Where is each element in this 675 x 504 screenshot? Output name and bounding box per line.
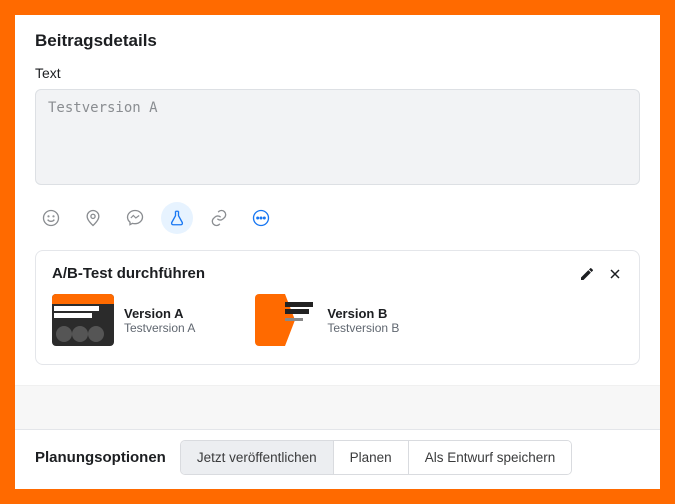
flask-icon[interactable] bbox=[161, 202, 193, 234]
thumbnail-b bbox=[255, 294, 317, 346]
scheduling-footer: Planungsoptionen Jetzt veröffentlichen P… bbox=[15, 429, 660, 489]
thumbnail-a bbox=[52, 294, 114, 346]
version-title: Version A bbox=[124, 306, 195, 321]
schedule-button[interactable]: Planen bbox=[334, 441, 409, 474]
link-icon[interactable] bbox=[203, 202, 235, 234]
post-details-panel: Beitragsdetails Text bbox=[15, 15, 660, 489]
text-field-label: Text bbox=[35, 65, 640, 81]
scheduling-segment: Jetzt veröffentlichen Planen Als Entwurf… bbox=[180, 440, 572, 475]
ab-version-a[interactable]: Version A Testversion A bbox=[52, 294, 195, 346]
ab-versions: Version A Testversion A bbox=[52, 294, 623, 346]
close-icon[interactable] bbox=[607, 266, 623, 282]
ab-test-title: A/B-Test durchführen bbox=[52, 265, 205, 282]
publish-now-button[interactable]: Jetzt veröffentlichen bbox=[181, 441, 334, 474]
ab-test-card: A/B-Test durchführen bbox=[35, 250, 640, 365]
save-draft-button[interactable]: Als Entwurf speichern bbox=[409, 441, 572, 474]
post-text-input[interactable] bbox=[35, 89, 640, 185]
messenger-icon[interactable] bbox=[119, 202, 151, 234]
ab-test-header: A/B-Test durchführen bbox=[52, 265, 623, 282]
spacer bbox=[15, 385, 660, 429]
details-section: Beitragsdetails Text bbox=[15, 31, 660, 385]
version-subtitle: Testversion B bbox=[327, 321, 399, 335]
version-subtitle: Testversion A bbox=[124, 321, 195, 335]
version-title: Version B bbox=[327, 306, 399, 321]
more-icon[interactable] bbox=[245, 202, 277, 234]
edit-icon[interactable] bbox=[579, 266, 595, 282]
emoji-icon[interactable] bbox=[35, 202, 67, 234]
footer-title: Planungsoptionen bbox=[35, 449, 166, 466]
ab-version-b[interactable]: Version B Testversion B bbox=[255, 294, 399, 346]
location-icon[interactable] bbox=[77, 202, 109, 234]
page-title: Beitragsdetails bbox=[35, 31, 640, 51]
compose-toolbar bbox=[35, 202, 640, 234]
ab-test-actions bbox=[579, 266, 623, 282]
